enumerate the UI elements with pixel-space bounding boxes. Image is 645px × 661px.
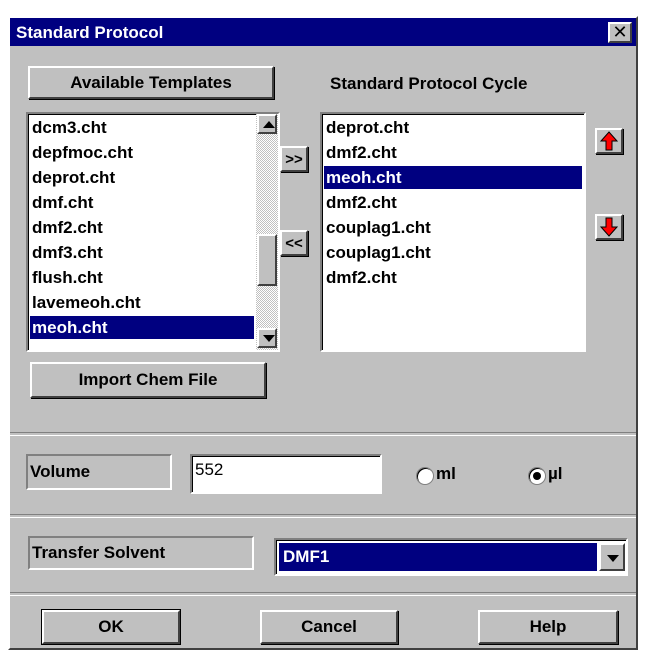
list-item[interactable]: dmf3.cht <box>30 241 254 264</box>
move-up-button[interactable] <box>595 128 623 154</box>
ul-radio[interactable] <box>528 467 546 485</box>
list-item[interactable]: meoh.cht <box>30 316 254 339</box>
radio-selected-dot <box>533 472 541 480</box>
cancel-button[interactable]: Cancel <box>260 610 398 644</box>
available-templates-button[interactable]: Available Templates <box>28 66 274 99</box>
volume-input[interactable]: 552 <box>190 454 382 494</box>
ml-radio-label: ml <box>436 464 456 483</box>
close-button[interactable]: ✕ <box>608 22 632 43</box>
list-item[interactable]: meoh.cht <box>324 166 582 189</box>
list-item[interactable]: deprot.cht <box>30 166 254 189</box>
import-chem-file-button[interactable]: Import Chem File <box>30 362 266 398</box>
red-up-arrow-icon <box>600 131 618 151</box>
separator <box>10 432 636 436</box>
available-templates-list[interactable]: dcm3.cht depfmoc.cht deprot.cht dmf.cht dmf2… <box>26 112 280 352</box>
chevron-down-icon <box>607 555 619 562</box>
volume-value: 552 <box>195 460 224 479</box>
volume-label: Volume <box>30 462 91 481</box>
list-item[interactable]: dmf2.cht <box>324 191 582 214</box>
ul-radio-label: µl <box>548 464 563 483</box>
list-item[interactable]: depfmoc.cht <box>30 141 254 164</box>
add-to-cycle-button[interactable]: >> <box>280 146 308 172</box>
scroll-down-icon <box>263 335 275 342</box>
transfer-solvent-select[interactable]: DMF1 <box>274 538 628 576</box>
ok-button[interactable]: OK <box>41 609 181 645</box>
list-item[interactable]: dcm3.cht <box>30 116 254 139</box>
volume-label-box: Volume <box>26 454 172 490</box>
templates-scrollbar[interactable] <box>256 114 278 350</box>
close-icon: ✕ <box>612 22 628 42</box>
list-item[interactable]: dmf2.cht <box>30 216 254 239</box>
move-down-button[interactable] <box>595 214 623 240</box>
standard-protocol-dialog: Standard Protocol ✕ Available Templates … <box>8 16 638 650</box>
list-item[interactable]: dmf2.cht <box>324 141 582 164</box>
separator <box>10 592 636 596</box>
title-bar: Standard Protocol ✕ <box>10 18 636 46</box>
solvent-selected-highlight: DMF1 <box>279 543 597 571</box>
list-item[interactable]: deprot.cht <box>324 116 582 139</box>
protocol-cycle-list[interactable]: deprot.cht dmf2.cht meoh.cht dmf2.cht coupla… <box>320 112 586 352</box>
red-down-arrow-icon <box>600 217 618 237</box>
list-item[interactable]: lavemeoh.cht <box>30 291 254 314</box>
scroll-up-button[interactable] <box>257 114 277 134</box>
list-item[interactable]: couplag1.cht <box>324 216 582 239</box>
standard-protocol-cycle-label: Standard Protocol Cycle <box>330 74 528 93</box>
transfer-solvent-label: Transfer Solvent <box>32 543 166 562</box>
scroll-thumb[interactable] <box>257 234 277 286</box>
ml-radio[interactable] <box>416 467 434 485</box>
list-item[interactable]: couplag1.cht <box>324 241 582 264</box>
list-item[interactable]: flush.cht <box>30 266 254 289</box>
list-item[interactable]: dmf2.cht <box>324 266 582 289</box>
dropdown-button[interactable] <box>599 543 625 571</box>
remove-from-cycle-button[interactable]: << <box>280 230 308 256</box>
transfer-solvent-label-box: Transfer Solvent <box>28 536 254 570</box>
scroll-up-icon <box>263 121 275 128</box>
list-item[interactable]: dmf.cht <box>30 191 254 214</box>
window-title: Standard Protocol <box>16 23 164 42</box>
help-button[interactable]: Help <box>478 610 618 644</box>
separator <box>10 514 636 518</box>
scroll-down-button[interactable] <box>257 328 277 348</box>
transfer-solvent-value: DMF1 <box>283 547 330 566</box>
